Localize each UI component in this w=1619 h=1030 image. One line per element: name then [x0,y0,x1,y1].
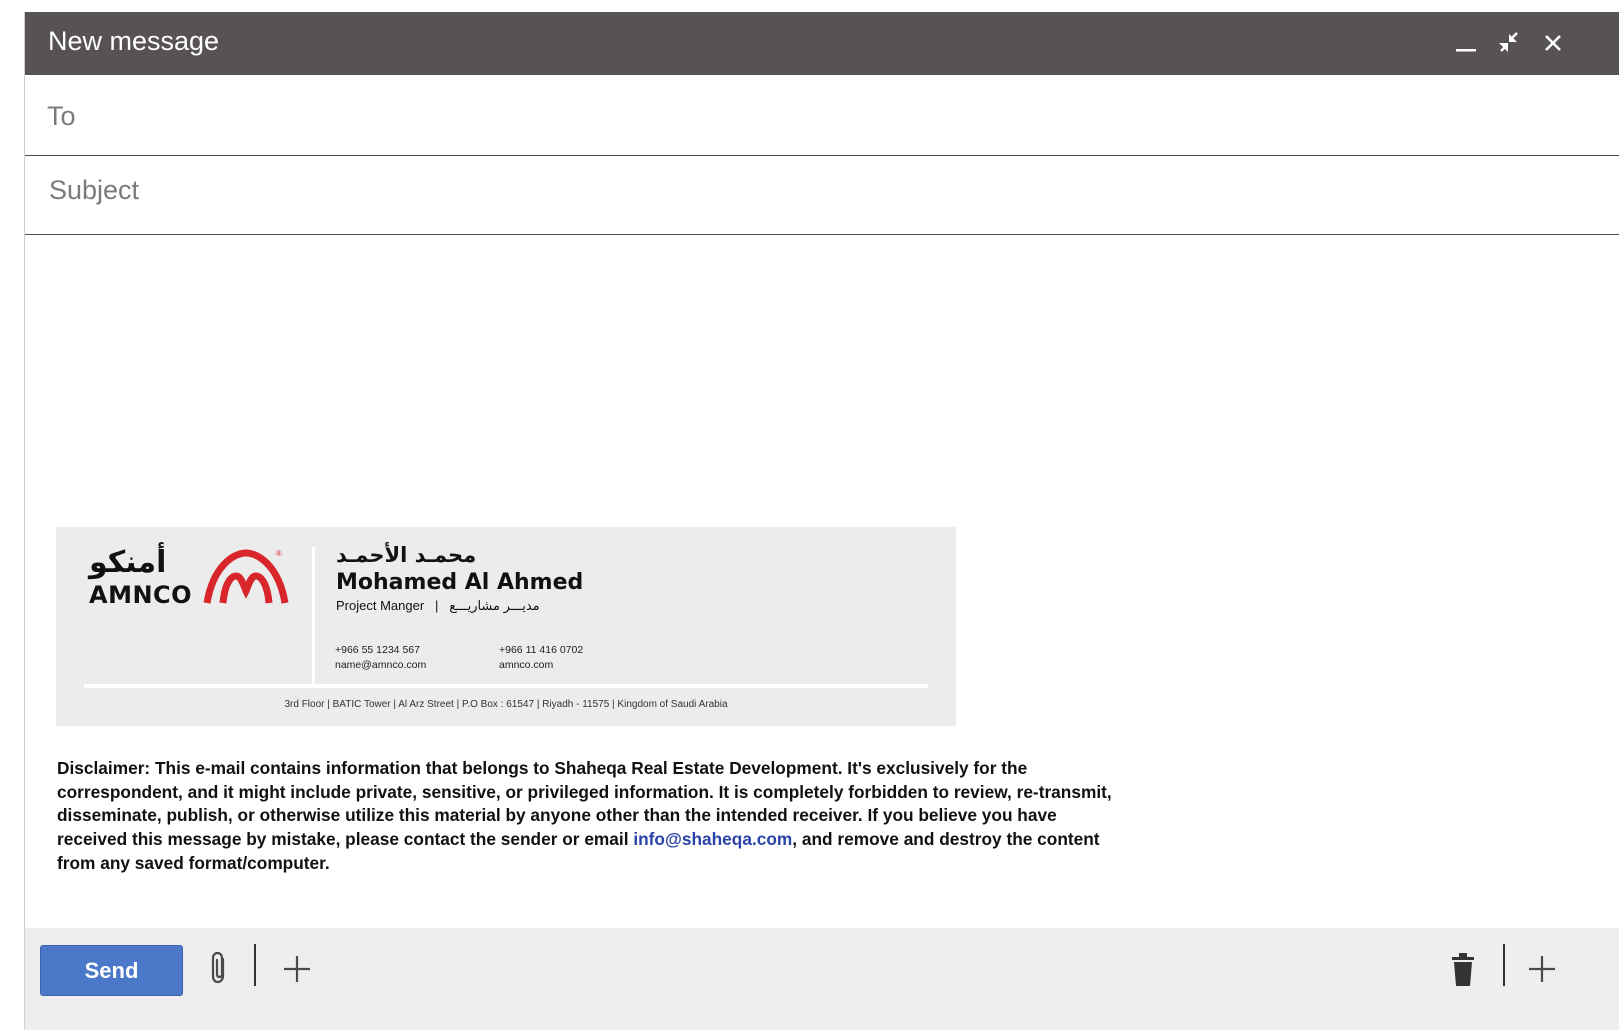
signature-address: 3rd Floor | BATIC Tower | Al Arz Street … [284,699,728,710]
email-signature: أمنكو AMNCO ® محمـد الأحمـد Mohamed Al A… [56,527,956,726]
compose-toolbar: Send [25,928,1619,1030]
to-field[interactable]: To [25,76,1619,156]
registered-mark: ® [276,549,282,558]
close-icon[interactable] [1538,28,1568,58]
signature-divider-vertical [312,547,315,685]
disclaimer-email-link[interactable]: info@shaheqa.com [633,829,792,849]
mobile-number: +966 55 1234 567 [335,644,420,656]
amnco-logo: أمنكو AMNCO ® [86,545,296,611]
message-body[interactable]: أمنكو AMNCO ® محمـد الأحمـد Mohamed Al A… [25,235,1619,928]
plus-icon[interactable] [281,953,313,990]
to-label: To [47,101,76,131]
minimize-icon[interactable] [1451,28,1481,58]
toolbar-separator [254,944,256,986]
compose-window: New message To Subject أمنكو AMNCO ® محم… [24,12,1619,1030]
signature-name-arabic: محمـد الأحمـد [336,543,477,567]
signature-contact-company: +966 11 416 0702 amnco.com [499,643,583,673]
trash-icon[interactable] [1449,950,1477,993]
disclaimer-text: Disclaimer: This e-mail contains informa… [57,757,1117,876]
signature-name: Mohamed Al Ahmed [336,570,584,595]
company-website[interactable]: amnco.com [499,658,583,673]
role-english: Project Manger [336,598,425,613]
role-arabic: مديـــر مشاريـــع [449,598,540,613]
exit-fullscreen-icon[interactable] [1494,28,1524,58]
paperclip-icon[interactable] [205,950,233,991]
subject-field[interactable]: Subject [25,156,1619,235]
signature-email[interactable]: name@amnco.com [335,658,426,673]
send-button[interactable]: Send [40,945,183,996]
signature-divider-horizontal [84,684,928,688]
role-separator: | [435,598,439,613]
logo-arabic-text: أمنكو [89,545,167,580]
more-options-plus-icon[interactable] [1526,953,1558,990]
window-title: New message [48,26,220,56]
logo-english-text: AMNCO [89,581,193,609]
compose-titlebar: New message [25,12,1619,75]
signature-role: Project Manger | مديـــر مشاريـــع [336,598,540,614]
subject-label: Subject [49,175,140,205]
signature-contact-personal: +966 55 1234 567 name@amnco.com [335,643,426,673]
phone-number: +966 11 416 0702 [499,644,584,656]
toolbar-separator-right [1503,944,1505,986]
